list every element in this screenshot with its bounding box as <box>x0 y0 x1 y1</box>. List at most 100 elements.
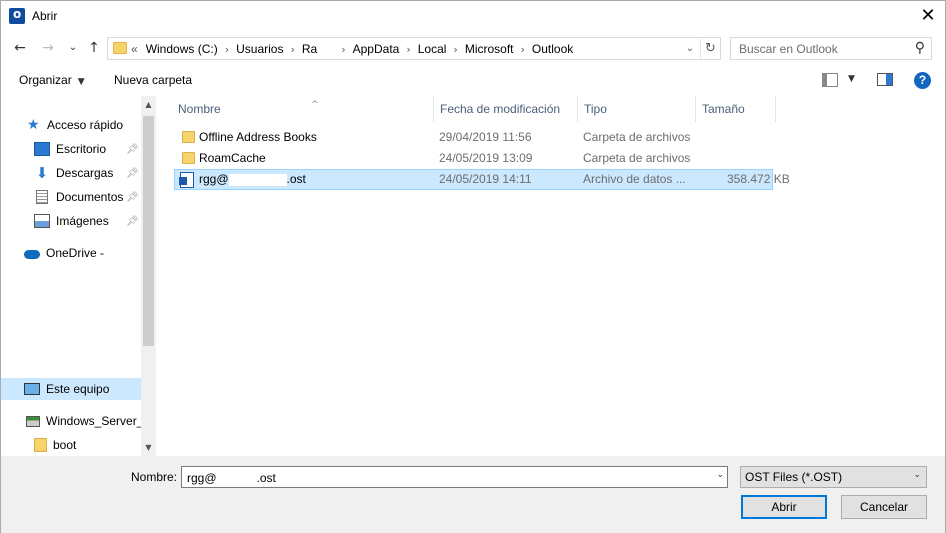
new-folder-button[interactable]: Nueva carpeta <box>114 73 192 87</box>
column-header-type[interactable]: Tipo <box>578 96 696 122</box>
file-name-prefix: rgg@ <box>199 172 229 186</box>
filename-input[interactable]: rgg@ .ost <box>187 471 276 485</box>
document-icon <box>36 190 48 204</box>
up-button[interactable]: ↑ <box>84 38 104 58</box>
file-date: 24/05/2019 13:09 <box>439 151 533 165</box>
sidebar-item-label: Descargas <box>56 166 114 180</box>
address-bar[interactable]: « Windows (C:) › Usuarios › Ra › AppData… <box>107 37 721 60</box>
file-name-suffix: .ost <box>286 172 306 186</box>
sidebar-item-label: Acceso rápido <box>47 118 124 132</box>
breadcrumb-appdata[interactable]: AppData <box>353 42 400 56</box>
file-name: rgg@ .ost <box>199 172 306 186</box>
sidebar-item-label: boot <box>53 438 77 452</box>
file-date: 24/05/2019 14:11 <box>439 172 532 186</box>
file-date: 29/04/2019 11:56 <box>439 130 532 144</box>
navigation-bar: ← → ⌄ ↑ « Windows (C:) › Usuarios › Ra ›… <box>1 32 945 64</box>
filename-label: Nombre: <box>131 470 178 484</box>
sidebar-item-boot[interactable]: boot <box>1 434 141 456</box>
sidebar-scrollbar[interactable]: ▲ ▼ <box>141 96 156 456</box>
sidebar-item-documents[interactable]: Documentos 📌︎ <box>1 186 141 208</box>
network-icon <box>26 415 40 427</box>
search-icon: ⚲ <box>914 40 925 56</box>
file-row-offline-address-books[interactable]: Offline Address Books 29/04/2019 11:56 C… <box>174 127 773 148</box>
open-button[interactable]: Abrir <box>741 495 827 519</box>
folder-icon <box>182 131 195 143</box>
dialog-footer: Nombre: rgg@ .ost ⌄ OST Files (*.OST) ⌄ … <box>1 456 945 533</box>
file-row-roamcache[interactable]: RoamCache 24/05/2019 13:09 Carpeta de ar… <box>174 148 773 169</box>
scrollbar-thumb[interactable] <box>143 116 154 346</box>
file-type: Archivo de datos ... <box>583 172 686 186</box>
pin-icon[interactable]: 📌︎ <box>126 144 139 155</box>
sidebar-item-images[interactable]: Imágenes 📌︎ <box>1 210 141 232</box>
folder-icon <box>113 42 127 54</box>
forward-button[interactable]: → <box>38 38 58 58</box>
sidebar-item-downloads[interactable]: ⬇ Descargas 📌︎ <box>1 162 141 184</box>
ost-file-icon <box>179 172 194 188</box>
filetype-value: OST Files (*.OST) <box>745 470 843 484</box>
chevron-down-icon[interactable]: ⌄ <box>682 40 698 58</box>
breadcrumb-ra[interactable]: Ra <box>302 42 317 56</box>
star-icon: ★ <box>27 117 40 133</box>
column-header-size[interactable]: Tamaño <box>696 96 776 122</box>
breadcrumb-windows-c[interactable]: Windows (C:) <box>146 42 218 56</box>
preview-pane-icon[interactable] <box>877 73 893 86</box>
pin-icon[interactable]: 📌︎ <box>126 168 139 179</box>
scroll-down-icon[interactable]: ▼ <box>141 439 156 456</box>
sidebar-item-desktop[interactable]: Escritorio 📌︎ <box>1 138 141 160</box>
back-button[interactable]: ← <box>10 38 30 58</box>
sidebar-item-label: Documentos <box>56 190 124 204</box>
chevron-right-icon[interactable]: › <box>225 43 229 56</box>
breadcrumb-overflow[interactable]: « <box>131 42 138 56</box>
command-toolbar: Organizar ▼ Nueva carpeta ▼ ? <box>1 65 945 96</box>
pin-icon[interactable]: 📌︎ <box>126 216 139 227</box>
organize-button[interactable]: Organizar ▼ <box>19 73 85 87</box>
redacted-block <box>228 173 287 186</box>
caret-down-icon[interactable]: ▼ <box>848 74 855 84</box>
sidebar-item-quick-access[interactable]: ★ Acceso rápido <box>1 114 141 136</box>
cancel-button[interactable]: Cancelar <box>841 495 927 519</box>
chevron-down-icon[interactable]: ⌄ <box>716 470 724 480</box>
cloud-icon <box>24 249 40 259</box>
filetype-select[interactable]: OST Files (*.OST) ⌄ <box>740 466 927 488</box>
refresh-icon[interactable]: ↻ <box>700 39 720 59</box>
column-header-name[interactable]: Nombre ^ <box>172 96 434 122</box>
breadcrumb-microsoft[interactable]: Microsoft <box>465 42 514 56</box>
sidebar-item-label: Este equipo <box>46 382 110 396</box>
breadcrumb-usuarios[interactable]: Usuarios <box>236 42 283 56</box>
file-size: 358.472 KB <box>727 172 790 186</box>
scroll-up-icon[interactable]: ▲ <box>141 96 156 113</box>
chevron-right-icon[interactable]: › <box>290 43 294 56</box>
breadcrumb-outlook[interactable]: Outlook <box>532 42 573 56</box>
search-input[interactable]: Buscar en Outlook <box>739 42 838 56</box>
close-button[interactable]: ✕ <box>911 3 945 29</box>
computer-icon <box>24 383 40 395</box>
sidebar-item-label: Windows_Server_2 <box>46 414 141 428</box>
search-box[interactable]: Buscar en Outlook ⚲ <box>730 37 932 60</box>
chevron-right-icon[interactable]: › <box>521 43 525 56</box>
sidebar-item-label: OneDrive - <box>46 246 105 260</box>
breadcrumb-local[interactable]: Local <box>418 42 447 56</box>
file-row-ost[interactable]: rgg@ .ost 24/05/2019 14:11 Archivo de dat… <box>174 169 790 190</box>
chevron-right-icon[interactable]: › <box>341 43 345 56</box>
caret-down-icon: ▼ <box>77 77 85 87</box>
breadcrumb: « Windows (C:) › Usuarios › Ra › AppData… <box>131 42 573 56</box>
open-dialog: Abrir ✕ ← → ⌄ ↑ « Windows (C:) › Usuario… <box>0 0 946 533</box>
help-icon[interactable]: ? <box>914 72 931 89</box>
chevron-right-icon[interactable]: › <box>453 43 457 56</box>
chevron-right-icon[interactable]: › <box>406 43 410 56</box>
column-header-date[interactable]: Fecha de modificación <box>434 96 578 122</box>
view-details-icon[interactable] <box>822 73 838 87</box>
organize-label: Organizar <box>19 73 72 87</box>
sidebar-item-this-pc[interactable]: Este equipo <box>1 378 141 400</box>
sort-ascending-icon: ^ <box>311 100 319 110</box>
sidebar-item-onedrive[interactable]: OneDrive - <box>1 242 141 264</box>
folder-icon <box>34 438 47 452</box>
sidebar-item-network-share[interactable]: Windows_Server_2 <box>1 410 141 432</box>
file-type: Carpeta de archivos <box>583 151 691 165</box>
desktop-icon <box>34 142 50 156</box>
file-list: Nombre ^ Fecha de modificación Tipo Tama… <box>158 96 945 456</box>
filename-combobox[interactable]: rgg@ .ost ⌄ <box>181 466 728 488</box>
sidebar-item-label: Escritorio <box>56 142 107 156</box>
recent-locations-button[interactable]: ⌄ <box>63 38 83 58</box>
pin-icon[interactable]: 📌︎ <box>126 192 139 203</box>
